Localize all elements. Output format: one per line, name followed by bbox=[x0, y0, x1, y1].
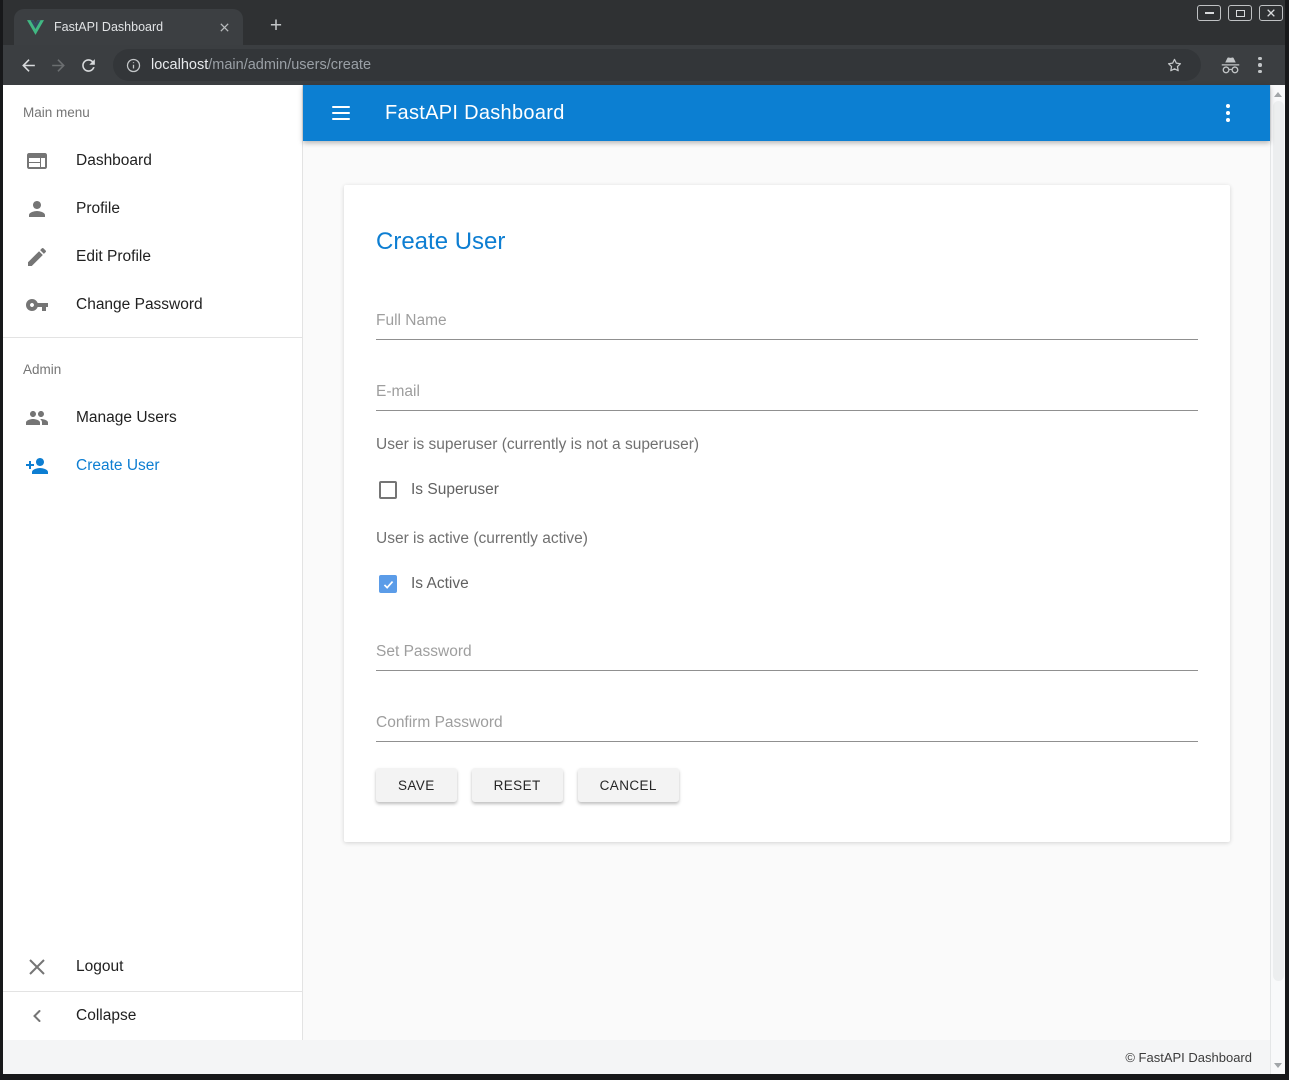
sidebar-item-profile[interactable]: Profile bbox=[3, 185, 302, 233]
vue-logo-icon bbox=[27, 20, 44, 35]
close-button[interactable] bbox=[1259, 5, 1283, 21]
email-input[interactable] bbox=[376, 383, 1198, 411]
set-password-field bbox=[376, 643, 1198, 671]
titlebar: FastAPI Dashboard + bbox=[3, 0, 1285, 45]
forward-icon bbox=[49, 56, 68, 75]
reload-button[interactable] bbox=[73, 50, 103, 80]
page-title: Create User bbox=[376, 185, 1198, 256]
page-scrollbar[interactable] bbox=[1270, 85, 1285, 1074]
sidebar-item-label: Collapse bbox=[76, 1007, 136, 1025]
confirm-password-input[interactable] bbox=[376, 714, 1198, 742]
hamburger-icon bbox=[332, 106, 350, 108]
active-checkbox-row[interactable]: Is Active bbox=[376, 575, 1198, 593]
email-field bbox=[376, 383, 1198, 411]
pencil-icon bbox=[25, 245, 49, 269]
sidebar-item-collapse[interactable]: Collapse bbox=[3, 992, 302, 1040]
url-path: /main/admin/users/create bbox=[208, 57, 371, 73]
sidebar-item-label: Manage Users bbox=[76, 409, 177, 427]
tab-close-icon[interactable] bbox=[216, 19, 233, 36]
logout-x-icon bbox=[25, 955, 49, 979]
sidebar-divider bbox=[3, 337, 302, 338]
appbar-kebab-icon bbox=[1226, 104, 1230, 122]
scroll-down-icon bbox=[1274, 1063, 1282, 1068]
sidebar-item-label: Profile bbox=[76, 200, 120, 218]
page: Main menu Dashboard Profile Edit Profile… bbox=[3, 85, 1285, 1074]
sidebar-item-label: Change Password bbox=[76, 296, 203, 314]
back-icon bbox=[19, 56, 38, 75]
sidebar-item-edit-profile[interactable]: Edit Profile bbox=[3, 233, 302, 281]
sidebar-item-label: Create User bbox=[76, 457, 160, 475]
browser-toolbar: localhost/main/admin/users/create bbox=[3, 45, 1285, 85]
sidebar-section-admin: Admin bbox=[3, 346, 302, 394]
superuser-checkbox[interactable] bbox=[379, 481, 397, 499]
reset-button[interactable]: RESET bbox=[472, 768, 563, 802]
cancel-button[interactable]: CANCEL bbox=[578, 768, 679, 802]
sidebar-bottom: Logout Collapse bbox=[3, 943, 302, 1040]
key-icon bbox=[25, 293, 49, 317]
active-checkbox-label: Is Active bbox=[411, 575, 469, 593]
maximize-icon bbox=[1236, 10, 1245, 17]
reload-icon bbox=[79, 56, 98, 75]
dashboard-icon bbox=[25, 149, 49, 173]
browser-tab[interactable]: FastAPI Dashboard bbox=[14, 9, 243, 45]
footer-copyright: © FastAPI Dashboard bbox=[1125, 1050, 1252, 1065]
sidebar-item-label: Dashboard bbox=[76, 152, 152, 170]
back-button[interactable] bbox=[13, 50, 43, 80]
superuser-checkbox-row[interactable]: Is Superuser bbox=[376, 481, 1198, 499]
bookmark-star-button[interactable] bbox=[1159, 50, 1189, 80]
appbar-title: FastAPI Dashboard bbox=[385, 102, 565, 125]
browser-kebab-icon bbox=[1258, 57, 1262, 74]
incognito-icon bbox=[1215, 50, 1245, 80]
hamburger-menu-button[interactable] bbox=[317, 89, 365, 137]
sidebar: Main menu Dashboard Profile Edit Profile… bbox=[3, 85, 303, 1040]
sidebar-item-create-user[interactable]: Create User bbox=[3, 442, 302, 490]
person-icon bbox=[25, 197, 49, 221]
confirm-password-field bbox=[376, 714, 1198, 742]
sidebar-item-label: Edit Profile bbox=[76, 248, 151, 266]
active-hint: User is active (currently active) bbox=[376, 530, 1198, 548]
checkmark-icon bbox=[382, 578, 395, 591]
appbar: FastAPI Dashboard bbox=[303, 85, 1270, 141]
scroll-up-icon bbox=[1274, 92, 1282, 97]
sidebar-item-dashboard[interactable]: Dashboard bbox=[3, 137, 302, 185]
window-controls bbox=[1197, 5, 1283, 21]
chevron-left-icon bbox=[25, 1004, 49, 1028]
create-user-card: Create User User is superuser (currently… bbox=[344, 185, 1230, 842]
scroll-thumb[interactable] bbox=[1273, 101, 1284, 981]
content-area: Create User User is superuser (currently… bbox=[303, 141, 1270, 1040]
set-password-input[interactable] bbox=[376, 643, 1198, 671]
forward-button[interactable] bbox=[43, 50, 73, 80]
url-host: localhost bbox=[151, 57, 208, 73]
sidebar-item-manage-users[interactable]: Manage Users bbox=[3, 394, 302, 442]
info-icon[interactable] bbox=[125, 57, 142, 74]
url-bar[interactable]: localhost/main/admin/users/create bbox=[113, 49, 1201, 81]
url-text: localhost/main/admin/users/create bbox=[151, 57, 1159, 73]
new-tab-button[interactable]: + bbox=[262, 12, 290, 40]
superuser-checkbox-label: Is Superuser bbox=[411, 481, 499, 499]
sidebar-item-label: Logout bbox=[76, 958, 123, 976]
maximize-button[interactable] bbox=[1228, 5, 1252, 21]
form-actions: SAVE RESET CANCEL bbox=[376, 768, 1198, 802]
close-icon bbox=[1266, 8, 1276, 18]
footer: © FastAPI Dashboard bbox=[3, 1040, 1270, 1074]
appbar-menu-button[interactable] bbox=[1210, 95, 1246, 131]
scroll-up-button[interactable] bbox=[1271, 87, 1285, 101]
browser-menu-button[interactable] bbox=[1245, 50, 1275, 80]
minimize-icon bbox=[1205, 12, 1214, 14]
minimize-button[interactable] bbox=[1197, 5, 1221, 21]
bookmark-star-icon bbox=[1165, 56, 1184, 75]
browser-window: FastAPI Dashboard + localhost/main/admin… bbox=[0, 0, 1289, 1080]
full-name-input[interactable] bbox=[376, 312, 1198, 340]
superuser-hint: User is superuser (currently is not a su… bbox=[376, 436, 1198, 454]
people-icon bbox=[25, 406, 49, 430]
person-add-icon bbox=[25, 454, 49, 478]
save-button[interactable]: SAVE bbox=[376, 768, 457, 802]
sidebar-item-change-password[interactable]: Change Password bbox=[3, 281, 302, 329]
scroll-down-button[interactable] bbox=[1271, 1058, 1285, 1072]
sidebar-item-logout[interactable]: Logout bbox=[3, 943, 302, 991]
tab-title: FastAPI Dashboard bbox=[54, 20, 216, 34]
full-name-field bbox=[376, 312, 1198, 340]
active-checkbox[interactable] bbox=[379, 575, 397, 593]
sidebar-section-main-menu: Main menu bbox=[3, 89, 302, 137]
